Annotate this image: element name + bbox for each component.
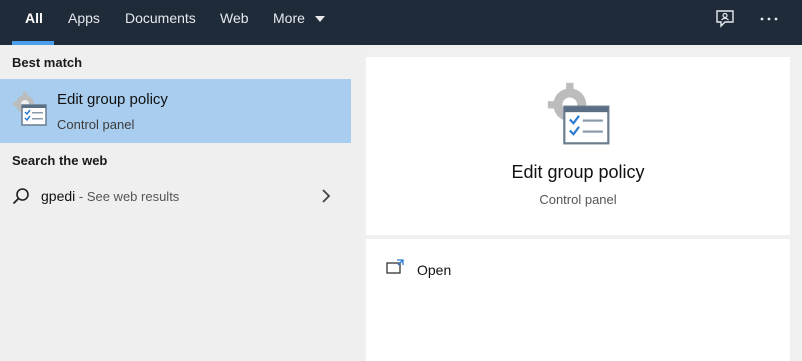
tab-more-label: More (273, 10, 305, 26)
open-icon (386, 259, 404, 274)
search-web-heading: Search the web (12, 153, 108, 168)
preview-title: Edit group policy (511, 162, 645, 182)
best-match-title: Edit group policy (57, 91, 168, 108)
web-search-result[interactable]: gpedi - See web results (0, 179, 351, 213)
tab-web[interactable]: Web (220, 0, 249, 45)
feedback-icon[interactable] (714, 8, 736, 30)
open-action[interactable]: Open (386, 259, 586, 283)
tab-more[interactable]: More (273, 0, 325, 45)
web-result-hint: - See web results (75, 189, 180, 204)
tab-documents[interactable]: Documents (125, 0, 196, 45)
best-match-result[interactable]: Edit group policy Control panel (0, 79, 351, 143)
chevron-right-icon[interactable] (319, 188, 333, 204)
tab-apps[interactable]: Apps (68, 0, 100, 45)
search-scope-bar: All Apps Documents Web More (0, 0, 802, 45)
tab-all[interactable]: All (25, 0, 43, 45)
search-icon (12, 188, 29, 205)
group-policy-icon (13, 92, 47, 126)
web-query-term: gpedi (41, 188, 76, 204)
preview-card: Edit group policy Control panel (366, 57, 790, 235)
chevron-down-icon (314, 16, 325, 23)
more-options-icon[interactable] (758, 8, 780, 30)
preview-pane: Edit group policy Control panel Open (366, 57, 790, 361)
action-list: Open (366, 239, 790, 361)
group-policy-large-icon (547, 82, 610, 145)
best-match-heading: Best match (12, 55, 83, 70)
results-pane: Best match Edit group policy Control pan… (0, 45, 362, 361)
preview-subtitle: Control panel (539, 192, 617, 207)
best-match-subtitle: Control panel (57, 117, 135, 132)
web-result-text: gpedi - See web results (41, 188, 179, 204)
open-label: Open (417, 262, 452, 278)
